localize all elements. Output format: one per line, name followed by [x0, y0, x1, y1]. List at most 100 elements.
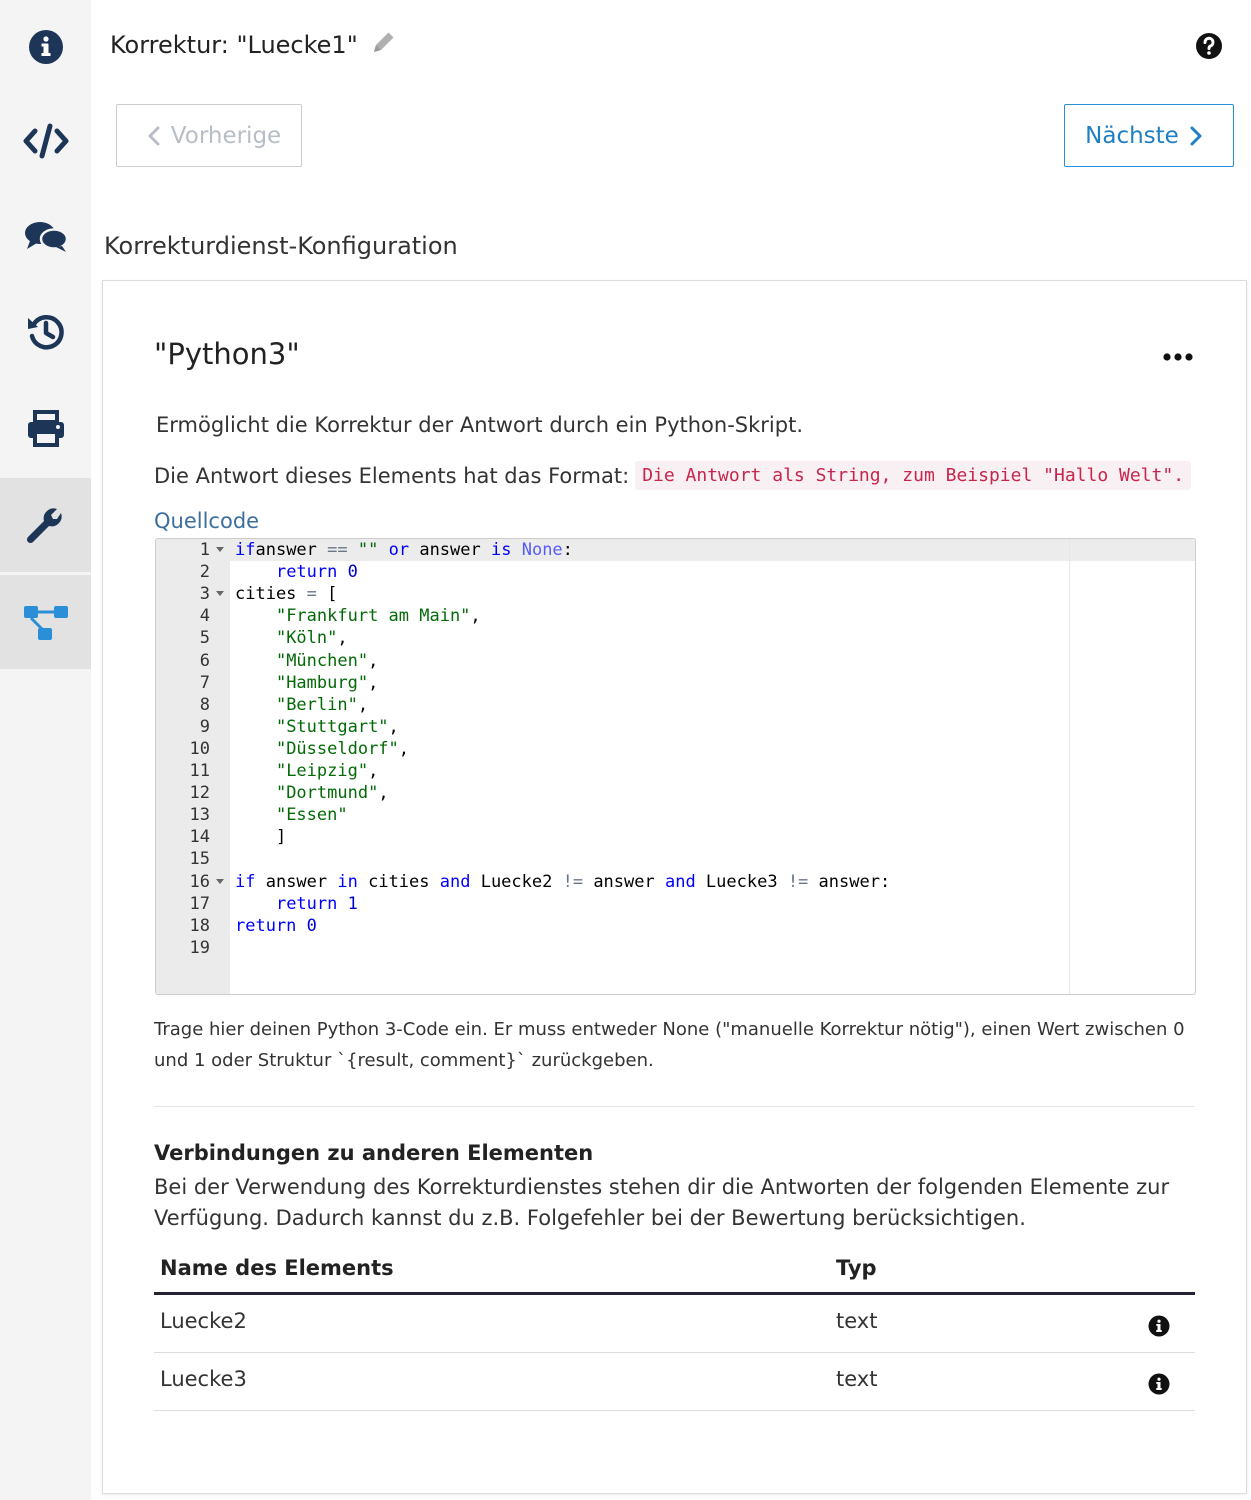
correction-service-card: "Python3" Ermöglicht die Korrektur der A…: [102, 280, 1247, 1494]
line-number: 11: [189, 761, 210, 781]
line-number: 9: [199, 716, 210, 737]
code-line: 9 "Stuttgart",: [156, 716, 1195, 738]
sidebar-item-print[interactable]: [0, 382, 91, 476]
sidebar-item-correction[interactable]: [0, 478, 91, 572]
code-text: "Essen": [275, 805, 348, 826]
line-number: 18: [189, 915, 210, 936]
previous-button-label: Vorherige: [170, 122, 282, 149]
code-line: 17 return 1: [156, 893, 1195, 915]
code-line: 8 "Berlin",: [156, 694, 1195, 716]
code-line: 1 ifanswer == "" or answer is None:: [156, 539, 1195, 561]
line-number: 10: [189, 738, 210, 759]
code-line: 15: [156, 848, 1195, 870]
code-icon: [23, 123, 68, 159]
code-line: 13 "Essen": [156, 804, 1195, 826]
line-number: 14: [189, 827, 210, 848]
line-number: 15: [189, 849, 210, 870]
page-title: Korrektur: "Luecke1": [110, 28, 398, 62]
fold-arrow-icon[interactable]: [216, 547, 224, 552]
code-text: "Dortmund",: [275, 783, 389, 804]
table-row: Luecke2 text: [154, 1295, 1195, 1353]
code-text: return 0: [275, 562, 358, 583]
code-line: 19: [156, 937, 1195, 959]
code-text: return 0: [235, 915, 317, 936]
chevron-left-icon: [148, 126, 160, 145]
line-number: 3: [199, 584, 210, 605]
code-text: "Köln",: [275, 628, 348, 649]
table-row: Luecke3 text: [154, 1353, 1195, 1411]
code-text: "Frankfurt am Main",: [275, 606, 481, 627]
connections-description: Bei der Verwendung des Korrekturdienstes…: [154, 1175, 1170, 1230]
line-number: 16: [189, 871, 210, 892]
line-number: 6: [199, 650, 210, 671]
row-name: Luecke2: [160, 1309, 247, 1333]
code-text: "Berlin",: [275, 694, 369, 715]
fold-arrow-icon[interactable]: [216, 591, 224, 597]
line-number: 4: [199, 606, 210, 627]
code-text: "München",: [275, 650, 379, 671]
code-text: return 1: [275, 893, 358, 914]
fold-arrow-icon[interactable]: [216, 878, 224, 884]
sidebar-item-structure[interactable]: [0, 575, 91, 669]
sidebar-item-code[interactable]: [0, 94, 91, 188]
table-header-name: Name des Elements: [160, 1256, 394, 1280]
code-text: ]: [235, 827, 287, 848]
line-number: 17: [189, 893, 210, 914]
code-label: Quellcode: [154, 509, 260, 533]
row-name: Luecke3: [160, 1367, 247, 1391]
sidebar-item-info[interactable]: [0, 0, 91, 94]
code-line: 16 if answer in cities and Luecke2 != ans…: [156, 871, 1195, 893]
main-content: Korrektur: "Luecke1" Vorherige Nächste K…: [91, 0, 1251, 1500]
line-number: 12: [189, 783, 210, 804]
code-text: "Leipzig",: [275, 761, 379, 781]
wrench-icon: [26, 508, 62, 544]
info-icon: [28, 30, 63, 64]
format-value: Die Antwort als String, zum Beispiel "Ha…: [635, 461, 1192, 490]
info-icon[interactable]: [1148, 1315, 1170, 1341]
code-editor[interactable]: 1 ifanswer == "" or answer is None: 2 retu…: [155, 538, 1196, 995]
info-icon[interactable]: [1148, 1373, 1170, 1399]
comments-icon: [24, 222, 68, 252]
row-type: text: [836, 1309, 878, 1333]
format-label: Die Antwort dieses Elements hat das Form…: [154, 463, 630, 488]
card-title: "Python3": [154, 337, 300, 371]
code-line: 14 ]: [156, 826, 1195, 848]
card-description: Ermöglicht die Korrektur der Antwort dur…: [156, 413, 803, 437]
code-line: 10 "Düsseldorf",: [156, 738, 1195, 760]
line-number: 1: [199, 540, 210, 560]
code-line: 5 "Köln",: [156, 627, 1195, 649]
next-button[interactable]: Nächste: [1064, 104, 1234, 167]
sidebar-item-comments[interactable]: [0, 190, 91, 284]
code-line: 11 "Leipzig",: [156, 760, 1195, 782]
sitemap-icon: [23, 606, 68, 640]
line-number: 5: [199, 628, 210, 649]
code-text: "Stuttgart",: [275, 716, 399, 737]
code-help-text: Trage hier deinen Python 3-Code ein. Er …: [154, 1019, 1185, 1071]
code-text: cities = [: [235, 584, 338, 605]
code-line: 4 "Frankfurt am Main",: [156, 605, 1195, 627]
code-text: "Hamburg",: [275, 672, 379, 693]
ellipsis-icon[interactable]: [1163, 347, 1193, 366]
page-title-text: Korrektur: "Luecke1": [110, 31, 358, 59]
row-type: text: [836, 1367, 878, 1391]
chevron-right-icon: [1190, 126, 1202, 145]
line-number: 7: [199, 672, 210, 693]
code-line: 12 "Dortmund",: [156, 782, 1195, 804]
code-line: 2 return 0: [156, 561, 1195, 583]
code-text: ifanswer == "" or answer is None:: [235, 540, 573, 560]
code-text: "Düsseldorf",: [275, 738, 410, 759]
section-title: Korrekturdienst-Konfiguration: [104, 232, 458, 260]
line-number: 19: [189, 937, 210, 958]
divider: [154, 1106, 1195, 1107]
question-circle-icon[interactable]: [1195, 32, 1223, 64]
sidebar-item-history[interactable]: [0, 285, 91, 379]
previous-button[interactable]: Vorherige: [116, 104, 302, 167]
line-number: 13: [189, 805, 210, 826]
code-line: 3 cities = [: [156, 583, 1195, 605]
table-header-type: Typ: [836, 1256, 877, 1280]
code-line: 6 "München",: [156, 650, 1195, 672]
pencil-icon[interactable]: [370, 28, 398, 62]
line-number: 8: [199, 694, 210, 715]
code-line: 7 "Hamburg",: [156, 672, 1195, 694]
next-button-label: Nächste: [1085, 122, 1179, 149]
